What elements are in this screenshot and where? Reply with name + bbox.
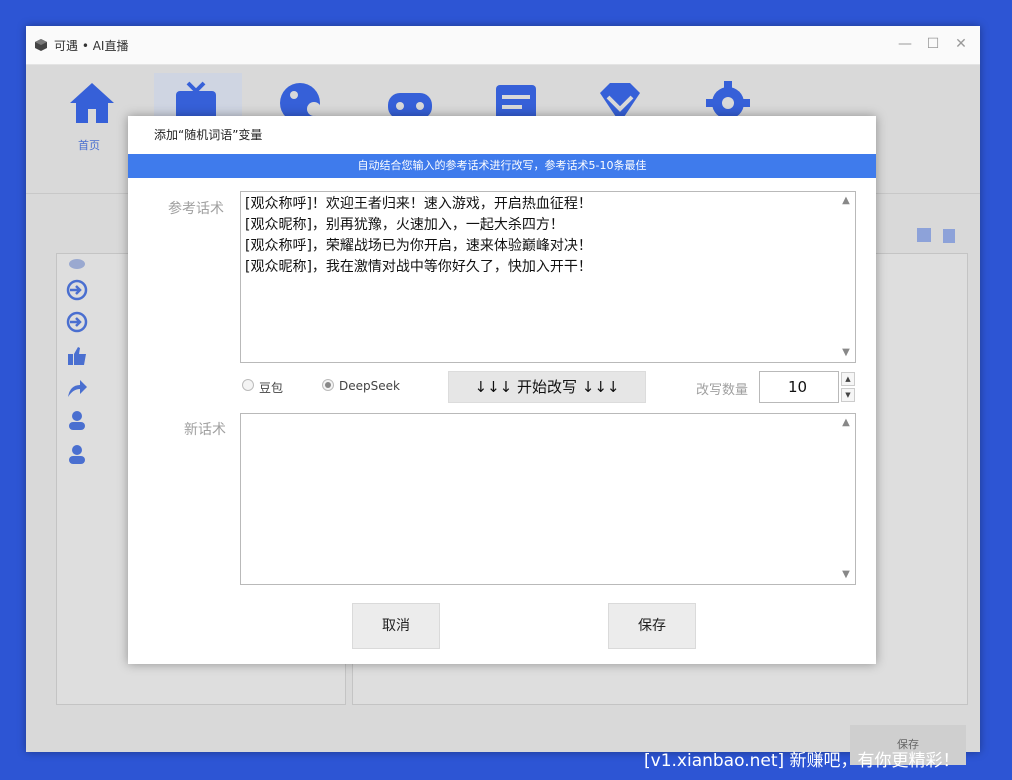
scroll-up-icon[interactable]: ▲ — [839, 194, 853, 208]
add-variable-dialog: 添加“随机词语”变量 自动结合您输入的参考话术进行改写，参考话术5-10条最佳 … — [128, 116, 876, 664]
delete-icon[interactable] — [938, 225, 960, 245]
count-increment-button[interactable]: ▲ — [841, 372, 855, 386]
rewrite-count-input[interactable]: 10 — [759, 371, 839, 403]
reference-textarea[interactable]: [观众称呼]！欢迎王者归来！速入游戏，开启热血征程！ [观众昵称]，别再犹豫，火… — [240, 191, 856, 363]
nav-label-home: 首页 — [78, 139, 100, 152]
model-radio-deepseek[interactable] — [322, 379, 334, 391]
share-icon — [68, 380, 87, 397]
model-label-doubao: 豆包 — [259, 381, 284, 395]
start-rewrite-button[interactable]: ↓↓↓ 开始改写 ↓↓↓ — [448, 371, 646, 403]
dialog-title: 添加“随机词语”变量 — [154, 128, 263, 142]
minimize-button[interactable]: — — [896, 35, 914, 53]
reference-line: [观众称呼]！欢迎王者归来！速入游戏，开启热血征程！ — [245, 196, 592, 212]
info-banner: 自动结合您输入的参考话术进行改写，参考话术5-10条最佳 — [128, 154, 876, 178]
window-title: 可遇 • AI直播 — [54, 39, 129, 53]
reference-line: [观众昵称]，别再犹豫，火速加入，一起大杀四方！ — [245, 217, 564, 233]
title-bar: 可遇 • AI直播 — ☐ ✕ — [26, 26, 980, 65]
enter-icon — [66, 279, 88, 301]
cancel-button[interactable]: 取消 — [352, 603, 440, 649]
rewrite-count-label: 改写数量 — [696, 383, 749, 398]
enter-icon — [66, 311, 88, 333]
app-logo-icon — [35, 39, 47, 51]
save-button[interactable]: 保存 — [608, 603, 696, 649]
user-icon — [69, 445, 85, 464]
scroll-down-icon[interactable]: ▼ — [839, 346, 853, 360]
eye-icon — [69, 259, 85, 269]
scroll-up-icon[interactable]: ▲ — [839, 416, 853, 430]
home-icon[interactable] — [68, 79, 116, 127]
maximize-button[interactable]: ☐ — [924, 35, 942, 53]
reference-label: 参考话术 — [168, 201, 224, 217]
new-script-label: 新话术 — [184, 422, 226, 438]
model-label-deepseek: DeepSeek — [339, 379, 400, 393]
reference-line: [观众昵称]，我在激情对战中等你好久了，快加入开干！ — [245, 259, 592, 275]
count-decrement-button[interactable]: ▼ — [841, 388, 855, 402]
like-icon — [68, 347, 86, 365]
new-script-textarea[interactable]: ▲ ▼ — [240, 413, 856, 585]
reference-line: [观众称呼]，荣耀战场已为你开启，速来体验巅峰对决！ — [245, 238, 592, 254]
close-button[interactable]: ✕ — [952, 35, 970, 53]
watermark-text: [v1.xianbao.net] 新赚吧，有你更精彩！ — [644, 751, 960, 771]
model-radio-doubao[interactable] — [242, 379, 254, 391]
copy-icon[interactable] — [914, 225, 936, 245]
scroll-down-icon[interactable]: ▼ — [839, 568, 853, 582]
users-icon — [69, 411, 85, 430]
